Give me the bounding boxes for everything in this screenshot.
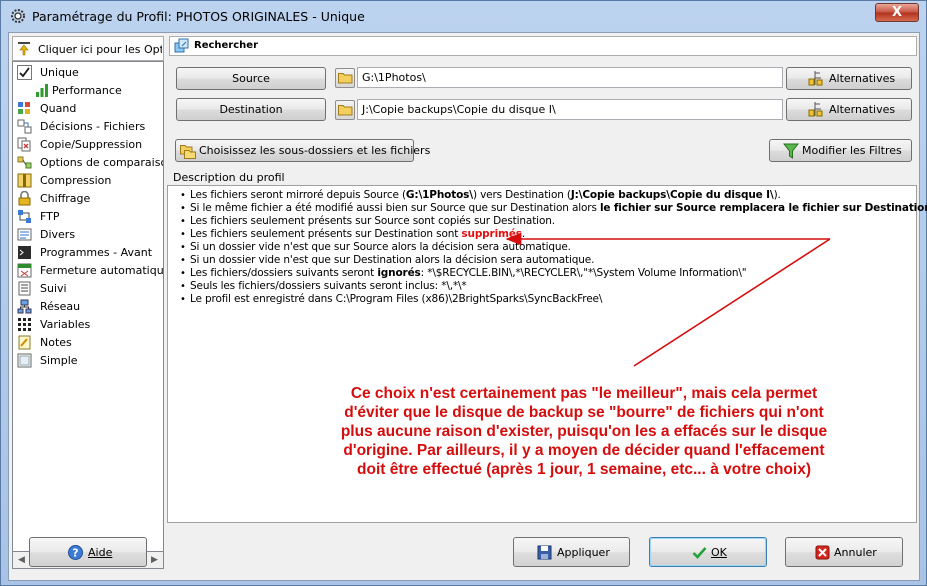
search-box[interactable]: Rechercher	[169, 36, 917, 56]
sidebar-item-unique[interactable]: Unique	[17, 64, 163, 82]
folder-icon	[338, 105, 353, 116]
source-button[interactable]: Source	[176, 67, 326, 90]
description-line: Le profil est enregistré dans C:\Program…	[180, 293, 927, 306]
profile-description-list: Les fichiers seront mirroré depuis Sourc…	[180, 189, 927, 306]
sidebar-item-simple[interactable]: Simple	[17, 352, 163, 370]
options-toggle-icon	[18, 42, 30, 56]
auto-close-icon	[17, 263, 32, 278]
misc-icon	[17, 228, 32, 241]
ok-button[interactable]: OK	[649, 537, 767, 567]
destination-path-field[interactable]: J:\Copie backups\Copie du disque I\	[357, 99, 783, 120]
dialog-client-area: Cliquer ici pour les Options Unique Perf…	[8, 32, 927, 581]
sidebar-item-variables[interactable]: Variables	[17, 316, 163, 334]
help-button[interactable]: ? Aide	[29, 537, 147, 567]
description-line: Les fichiers seulement présents sur Dest…	[180, 228, 927, 241]
sidebar-item-ftp[interactable]: FTP	[17, 208, 163, 226]
choose-subfolders-button[interactable]: Choisissez les sous-dossiers et les fich…	[175, 139, 430, 162]
options-toggle-label: Cliquer ici pour les Options	[38, 43, 162, 56]
options-toggle-button[interactable]: Cliquer ici pour les Options	[12, 36, 164, 61]
compression-icon	[17, 173, 32, 188]
description-line: Si le même fichier a été modifié aussi b…	[180, 202, 927, 215]
source-alternatives-button[interactable]: Alternatives	[786, 67, 912, 90]
description-line: Si un dossier vide n'est que sur Source …	[180, 241, 927, 254]
search-icon	[174, 38, 189, 53]
sidebar-item-suivi[interactable]: Suivi	[17, 280, 163, 298]
description-line: Les fichiers seront mirroré depuis Sourc…	[180, 189, 927, 202]
alternatives-icon	[808, 102, 823, 117]
scroll-right-icon[interactable]: ▶	[146, 552, 163, 568]
sidebar-item-reseau[interactable]: Réseau	[17, 298, 163, 316]
destination-alternatives-button[interactable]: Alternatives	[786, 98, 912, 121]
check-icon	[17, 65, 32, 80]
title-bar[interactable]: Paramétrage du Profil: PHOTOS ORIGINALES…	[1, 1, 926, 33]
cancel-button[interactable]: Annuler	[785, 537, 903, 567]
source-browse-button[interactable]	[335, 68, 355, 88]
sidebar-item-performance[interactable]: Performance	[35, 82, 163, 100]
folder-icon	[338, 73, 353, 84]
sidebar-item-programmes-avant[interactable]: Programmes - Avant	[17, 244, 163, 262]
check-icon	[692, 547, 707, 559]
scroll-left-icon[interactable]: ◀	[13, 552, 30, 568]
filter-icon	[783, 143, 799, 159]
save-icon	[537, 545, 552, 560]
sidebar-item-chiffrage[interactable]: Chiffrage	[17, 190, 163, 208]
cancel-icon	[815, 545, 830, 560]
profile-description-label: Description du profil	[173, 171, 285, 184]
sidebar-item-options-comparaison[interactable]: Options de comparaison	[17, 154, 163, 172]
program-icon	[18, 246, 31, 259]
svg-text:?: ?	[72, 547, 78, 560]
folder-tree-icon	[180, 145, 196, 159]
log-icon	[18, 281, 31, 296]
simple-icon	[17, 353, 32, 368]
source-path-field[interactable]: G:\1Photos\	[357, 67, 783, 88]
sidebar-item-copie-suppression[interactable]: Copie/Suppression	[17, 136, 163, 154]
help-icon: ?	[68, 545, 83, 560]
app-gear-icon	[11, 9, 25, 23]
description-line: Si un dossier vide n'est que sur Destina…	[180, 254, 927, 267]
description-line: Seuls les fichiers/dossiers suivants ser…	[180, 280, 927, 293]
sidebar-item-divers[interactable]: Divers	[17, 226, 163, 244]
copy-delete-icon	[17, 137, 31, 152]
sidebar-item-compression[interactable]: Compression	[17, 172, 163, 190]
search-label: Rechercher	[194, 40, 259, 51]
sidebar-item-quand[interactable]: Quand	[17, 100, 163, 118]
window-close-button[interactable]: X	[875, 3, 919, 22]
compare-icon	[17, 156, 32, 169]
description-line: Les fichiers seulement présents sur Sour…	[180, 215, 927, 228]
destination-button[interactable]: Destination	[176, 98, 326, 121]
sidebar-item-notes[interactable]: Notes	[17, 334, 163, 352]
window-title: Paramétrage du Profil: PHOTOS ORIGINALES…	[32, 9, 365, 24]
description-line: Les fichiers/dossiers suivants seront ig…	[180, 267, 927, 280]
bar-chart-icon	[36, 84, 48, 97]
schedule-icon	[18, 102, 30, 114]
sidebar-item-fermeture-automatique[interactable]: Fermeture automatique	[17, 262, 163, 280]
decision-icon	[17, 119, 32, 134]
sidebar-item-decisions[interactable]: Décisions - Fichiers	[17, 118, 163, 136]
ftp-icon	[18, 210, 31, 223]
network-icon	[17, 299, 32, 314]
alternatives-icon	[808, 71, 823, 86]
modify-filters-button[interactable]: Modifier les Filtres	[769, 139, 912, 162]
variables-icon	[18, 318, 31, 331]
options-tree[interactable]: Unique Performance Quand Décisions - Fic…	[12, 61, 164, 552]
notes-icon	[18, 335, 31, 350]
destination-browse-button[interactable]	[335, 100, 355, 120]
profile-description-group: Description du profil Les fichiers seron…	[167, 171, 927, 555]
profile-settings-window: Paramétrage du Profil: PHOTOS ORIGINALES…	[0, 0, 927, 586]
lock-icon	[18, 191, 31, 206]
annotation-text: Ce choix n'est certainement pas "le meil…	[340, 385, 828, 478]
apply-button[interactable]: Appliquer	[513, 537, 630, 567]
